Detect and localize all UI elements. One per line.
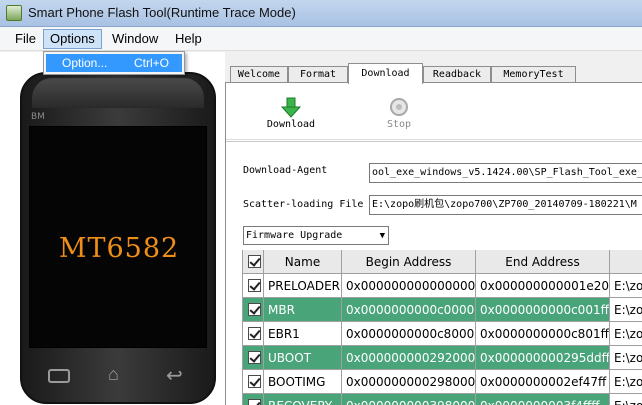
column-begin-address: Begin Address: [342, 250, 476, 274]
tab-bar: Welcome Format Download Readback MemoryT…: [225, 52, 642, 84]
download-panel: Download Stop Download-Agent ool_exe_win…: [225, 82, 642, 405]
menu-window[interactable]: Window: [106, 29, 164, 49]
row-begin: 0x0000000002980000: [342, 370, 476, 394]
stop-button[interactable]: Stop: [379, 97, 419, 130]
phone-model-label: MT6582: [58, 233, 180, 264]
table-row[interactable]: MBR 0x0000000000c00000 0x0000000000c001f…: [243, 298, 642, 322]
phone-image: BM MT6582 ⌂ ↩: [20, 72, 216, 404]
table-row[interactable]: PRELOADER 0x0000000000000000 0x000000000…: [243, 274, 642, 298]
column-location: [610, 250, 642, 274]
row-begin: 0x0000000000c00000: [342, 298, 476, 322]
phone-preview-pane: BM MT6582 ⌂ ↩: [0, 52, 225, 405]
column-name: Name: [264, 250, 342, 274]
checkbox-checked-icon: [248, 255, 261, 268]
options-dropdown: Option... Ctrl+O: [43, 51, 185, 75]
row-path: E:\zop: [610, 274, 642, 298]
checkbox-checked-icon: [248, 279, 261, 292]
stop-button-label: Stop: [386, 119, 412, 130]
phone-screen: MT6582: [29, 126, 207, 348]
row-name: RECOVERY: [264, 394, 342, 405]
phone-brand-mark: BM: [31, 112, 45, 122]
table-row[interactable]: BOOTIMG 0x0000000002980000 0x0000000002e…: [243, 370, 642, 394]
app-icon: [6, 5, 22, 21]
scatter-file-field[interactable]: E:\zopo刷机包\zopo700\ZP700_20140709-180221…: [369, 195, 642, 215]
row-checkbox[interactable]: [243, 274, 264, 298]
menu-item-option[interactable]: Option... Ctrl+O: [46, 54, 182, 72]
table-row[interactable]: EBR1 0x0000000000c80000 0x0000000000c801…: [243, 322, 642, 346]
tab-memorytest[interactable]: MemoryTest: [491, 66, 576, 83]
row-end: 0x0000000000c801ff: [476, 322, 610, 346]
partition-table: Name Begin Address End Address PRELOADER…: [242, 250, 642, 405]
row-path: E:\zop: [610, 370, 642, 394]
download-arrow-icon: [281, 97, 301, 118]
row-name: BOOTIMG: [264, 370, 342, 394]
checkbox-checked-icon: [248, 375, 261, 388]
table-row[interactable]: RECOVERY 0x0000000003980000 0x0000000003…: [243, 394, 642, 405]
row-name: UBOOT: [264, 346, 342, 370]
phone-top-bezel: [32, 78, 204, 108]
row-name: MBR: [264, 298, 342, 322]
row-checkbox[interactable]: [243, 394, 264, 405]
checkbox-checked-icon: [248, 399, 261, 405]
menu-item-option-shortcut: Ctrl+O: [134, 56, 170, 70]
menu-file[interactable]: File: [9, 29, 42, 49]
window-title: Smart Phone Flash Tool(Runtime Trace Mod…: [28, 5, 296, 20]
mode-select-value: Firmware Upgrade: [246, 230, 343, 241]
row-path: E:\zop: [610, 322, 642, 346]
row-begin: 0x0000000003980000: [342, 394, 476, 405]
row-end: 0x000000000295ddff: [476, 346, 610, 370]
checkbox-checked-icon: [248, 303, 261, 316]
tab-welcome[interactable]: Welcome: [230, 66, 288, 83]
row-checkbox[interactable]: [243, 298, 264, 322]
download-agent-field[interactable]: ool_exe_windows_v5.1424.00\SP_Flash_Tool…: [369, 163, 642, 183]
mode-select[interactable]: Firmware Upgrade ▼: [243, 226, 389, 245]
row-path: E:\zop: [610, 298, 642, 322]
menu-bar: File Options Window Help: [0, 27, 642, 51]
toolbar-separator: [226, 139, 642, 140]
column-end-address: End Address: [476, 250, 610, 274]
row-checkbox[interactable]: [243, 370, 264, 394]
row-end: 0x0000000002ef47ff: [476, 370, 610, 394]
home-key-icon: ⌂: [108, 364, 119, 384]
row-end: 0x000000000001e20b: [476, 274, 610, 298]
tab-format[interactable]: Format: [288, 66, 348, 83]
row-checkbox[interactable]: [243, 322, 264, 346]
row-end: 0x0000000000c001ff: [476, 298, 610, 322]
download-button[interactable]: Download: [263, 97, 319, 130]
row-end: 0x0000000003f4ffff: [476, 394, 610, 405]
row-name: PRELOADER: [264, 274, 342, 298]
row-checkbox[interactable]: [243, 346, 264, 370]
tab-readback[interactable]: Readback: [423, 66, 491, 83]
header-select-all[interactable]: [243, 250, 264, 274]
scatter-file-label: Scatter-loading File: [243, 199, 364, 210]
toolbar-separator-shadow: [226, 141, 642, 142]
row-begin: 0x0000000000000000: [342, 274, 476, 298]
row-name: EBR1: [264, 322, 342, 346]
table-header: Name Begin Address End Address: [243, 250, 642, 274]
table-row[interactable]: UBOOT 0x0000000002920000 0x000000000295d…: [243, 346, 642, 370]
download-button-label: Download: [266, 119, 316, 130]
menu-options[interactable]: Options: [43, 29, 102, 49]
title-bar[interactable]: Smart Phone Flash Tool(Runtime Trace Mod…: [0, 0, 642, 27]
checkbox-checked-icon: [248, 351, 261, 364]
download-agent-label: Download-Agent: [243, 165, 328, 176]
menu-help[interactable]: Help: [169, 29, 208, 49]
back-key-icon: ↩: [166, 365, 183, 387]
checkbox-checked-icon: [248, 327, 261, 340]
chevron-down-icon: ▼: [379, 231, 385, 241]
row-path: E:\zop: [610, 346, 642, 370]
tab-download[interactable]: Download: [348, 63, 423, 84]
row-begin: 0x0000000000c80000: [342, 322, 476, 346]
row-path: E:\zop: [610, 394, 642, 405]
menu-item-option-label: Option...: [62, 56, 108, 70]
stop-icon: [390, 98, 408, 116]
menu-key-icon: [48, 369, 70, 383]
row-begin: 0x0000000002920000: [342, 346, 476, 370]
